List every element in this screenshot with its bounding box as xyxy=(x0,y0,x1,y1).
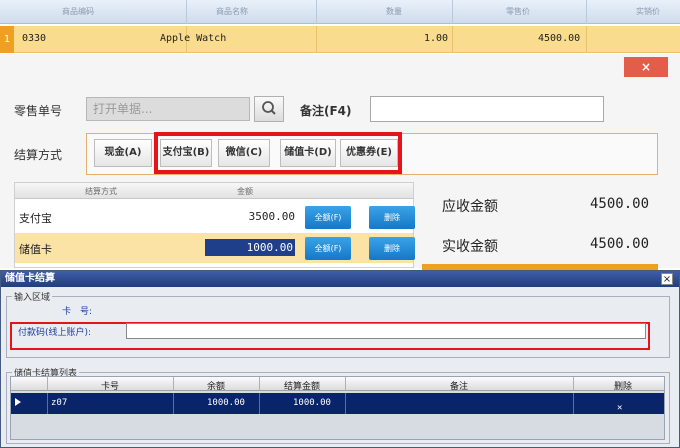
order-no-input[interactable]: 打开单据... xyxy=(86,97,250,121)
delete-x-icon[interactable]: ✕ xyxy=(617,398,622,419)
table-row[interactable]: 储值卡 1000.00 全额(F) 删除 xyxy=(15,233,415,263)
pay-code-label: 付款码(线上账户): xyxy=(18,328,92,338)
column-divider xyxy=(47,393,48,414)
remark-input[interactable] xyxy=(370,96,604,122)
payment-amount-input[interactable]: 1000.00 xyxy=(205,239,295,256)
column-header-price: 零售价 xyxy=(506,7,530,16)
order-no-label: 零售单号 xyxy=(14,104,63,118)
full-amount-button[interactable]: 全额(F) xyxy=(305,237,351,260)
highlight-box xyxy=(154,132,402,174)
payment-method-name: 储值卡 xyxy=(19,243,52,256)
settle-method-label: 结算方式 xyxy=(14,148,63,162)
column-header-qty: 数量 xyxy=(386,7,402,16)
received-label: 实收金额 xyxy=(442,239,498,255)
item-name: Apple Watch xyxy=(160,33,227,44)
remark-label: 备注(F4) xyxy=(300,104,352,118)
payment-method-name: 支付宝 xyxy=(19,212,52,225)
search-button[interactable] xyxy=(254,96,284,122)
card-no-cell: z07 xyxy=(51,398,68,408)
card-settle-table: 卡号 余额 结算金额 备注 删除 z07 1000.00 1000.00 ✕ xyxy=(10,376,665,440)
method-cash-button[interactable]: 现金(A) xyxy=(94,139,152,167)
pay-code-input[interactable] xyxy=(126,323,646,339)
received-value: 4500.00 xyxy=(590,236,650,252)
table-row[interactable]: z07 1000.00 1000.00 ✕ xyxy=(11,393,664,414)
column-divider xyxy=(573,393,574,414)
column-header-remark: 备注 xyxy=(449,382,468,392)
dialog-close-button[interactable]: × xyxy=(661,273,673,285)
column-divider xyxy=(259,393,260,414)
column-divider xyxy=(186,0,187,24)
delete-button[interactable]: 删除 xyxy=(369,237,415,260)
column-header-code: 商品编码 xyxy=(62,7,94,16)
column-header-delete: 删除 xyxy=(613,382,632,392)
column-header-name: 商品名称 xyxy=(216,7,248,16)
item-price: 4500.00 xyxy=(538,33,581,44)
table-row[interactable]: 支付宝 3500.00 全额(F) 删除 xyxy=(15,202,415,232)
column-header-settle-amount: 结算金额 xyxy=(283,382,320,392)
full-amount-button[interactable]: 全额(F) xyxy=(305,206,351,229)
items-grid-header: 商品编码 商品名称 数量 零售价 实销价 xyxy=(0,0,680,24)
input-area-title: 输入区域 xyxy=(12,290,53,303)
column-divider xyxy=(316,0,317,24)
column-header-method: 结算方式 xyxy=(85,187,117,196)
receivable-label: 应收金额 xyxy=(442,199,498,215)
payment-table-header: 结算方式 金额 xyxy=(15,183,413,199)
column-divider xyxy=(586,26,587,53)
item-code: 0330 xyxy=(22,33,47,44)
settle-amount-cell: 1000.00 xyxy=(293,398,331,408)
dialog-title: 储值卡结算 xyxy=(1,271,679,287)
card-table-header: 卡号 余额 结算金额 备注 删除 xyxy=(11,377,664,392)
column-header-card-no: 卡号 xyxy=(100,382,119,392)
column-divider xyxy=(173,393,174,414)
search-icon xyxy=(262,101,276,115)
payment-table: 结算方式 金额 支付宝 3500.00 全额(F) 删除 储值卡 1000.00… xyxy=(14,182,415,268)
column-divider xyxy=(345,393,346,414)
item-row[interactable]: 1 0330 Apple Watch 1.00 4500.00 xyxy=(0,26,680,53)
close-button[interactable]: × xyxy=(624,57,668,77)
balance-cell: 1000.00 xyxy=(207,398,245,408)
column-divider xyxy=(586,0,587,24)
delete-button[interactable]: 删除 xyxy=(369,206,415,229)
column-divider xyxy=(573,377,574,391)
column-divider xyxy=(452,0,453,24)
row-pointer-icon xyxy=(15,398,21,406)
column-header-balance: 余额 xyxy=(206,382,225,392)
column-header-sale-price: 实销价 xyxy=(636,7,660,16)
receivable-value: 4500.00 xyxy=(590,196,650,212)
item-qty: 1.00 xyxy=(424,33,449,44)
row-index: 1 xyxy=(0,26,14,53)
column-divider xyxy=(316,26,317,53)
card-no-label: 卡 号: xyxy=(62,307,93,317)
column-divider xyxy=(452,26,453,53)
column-header-amount: 金额 xyxy=(237,187,253,196)
payment-amount: 3500.00 xyxy=(248,210,295,223)
